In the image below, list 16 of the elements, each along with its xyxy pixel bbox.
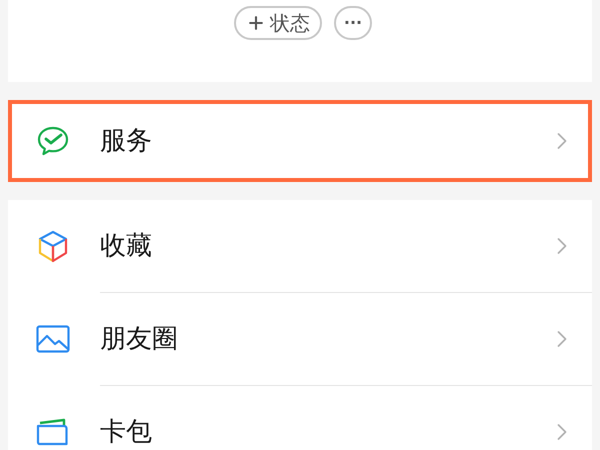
more-button[interactable]: ··· — [334, 6, 372, 40]
menu-label: 朋友圈 — [100, 322, 179, 356]
menu-label: 服务 — [100, 124, 153, 158]
picture-icon — [36, 325, 70, 353]
menu-item[interactable]: 朋友圈 — [8, 293, 592, 385]
chat-check-icon — [36, 125, 70, 157]
menu-item[interactable]: 服务 — [8, 100, 592, 182]
plus-icon — [246, 13, 266, 33]
menu-item[interactable]: 卡包 — [8, 386, 592, 450]
status-label: 状态 — [270, 10, 310, 37]
cube-icon — [36, 229, 70, 263]
add-status-button[interactable]: 状态 — [234, 6, 322, 40]
menu-item[interactable]: 收藏 — [8, 200, 592, 292]
menu-label: 卡包 — [100, 416, 153, 448]
card-wallet-icon — [36, 418, 70, 446]
menu-label: 收藏 — [100, 230, 153, 262]
